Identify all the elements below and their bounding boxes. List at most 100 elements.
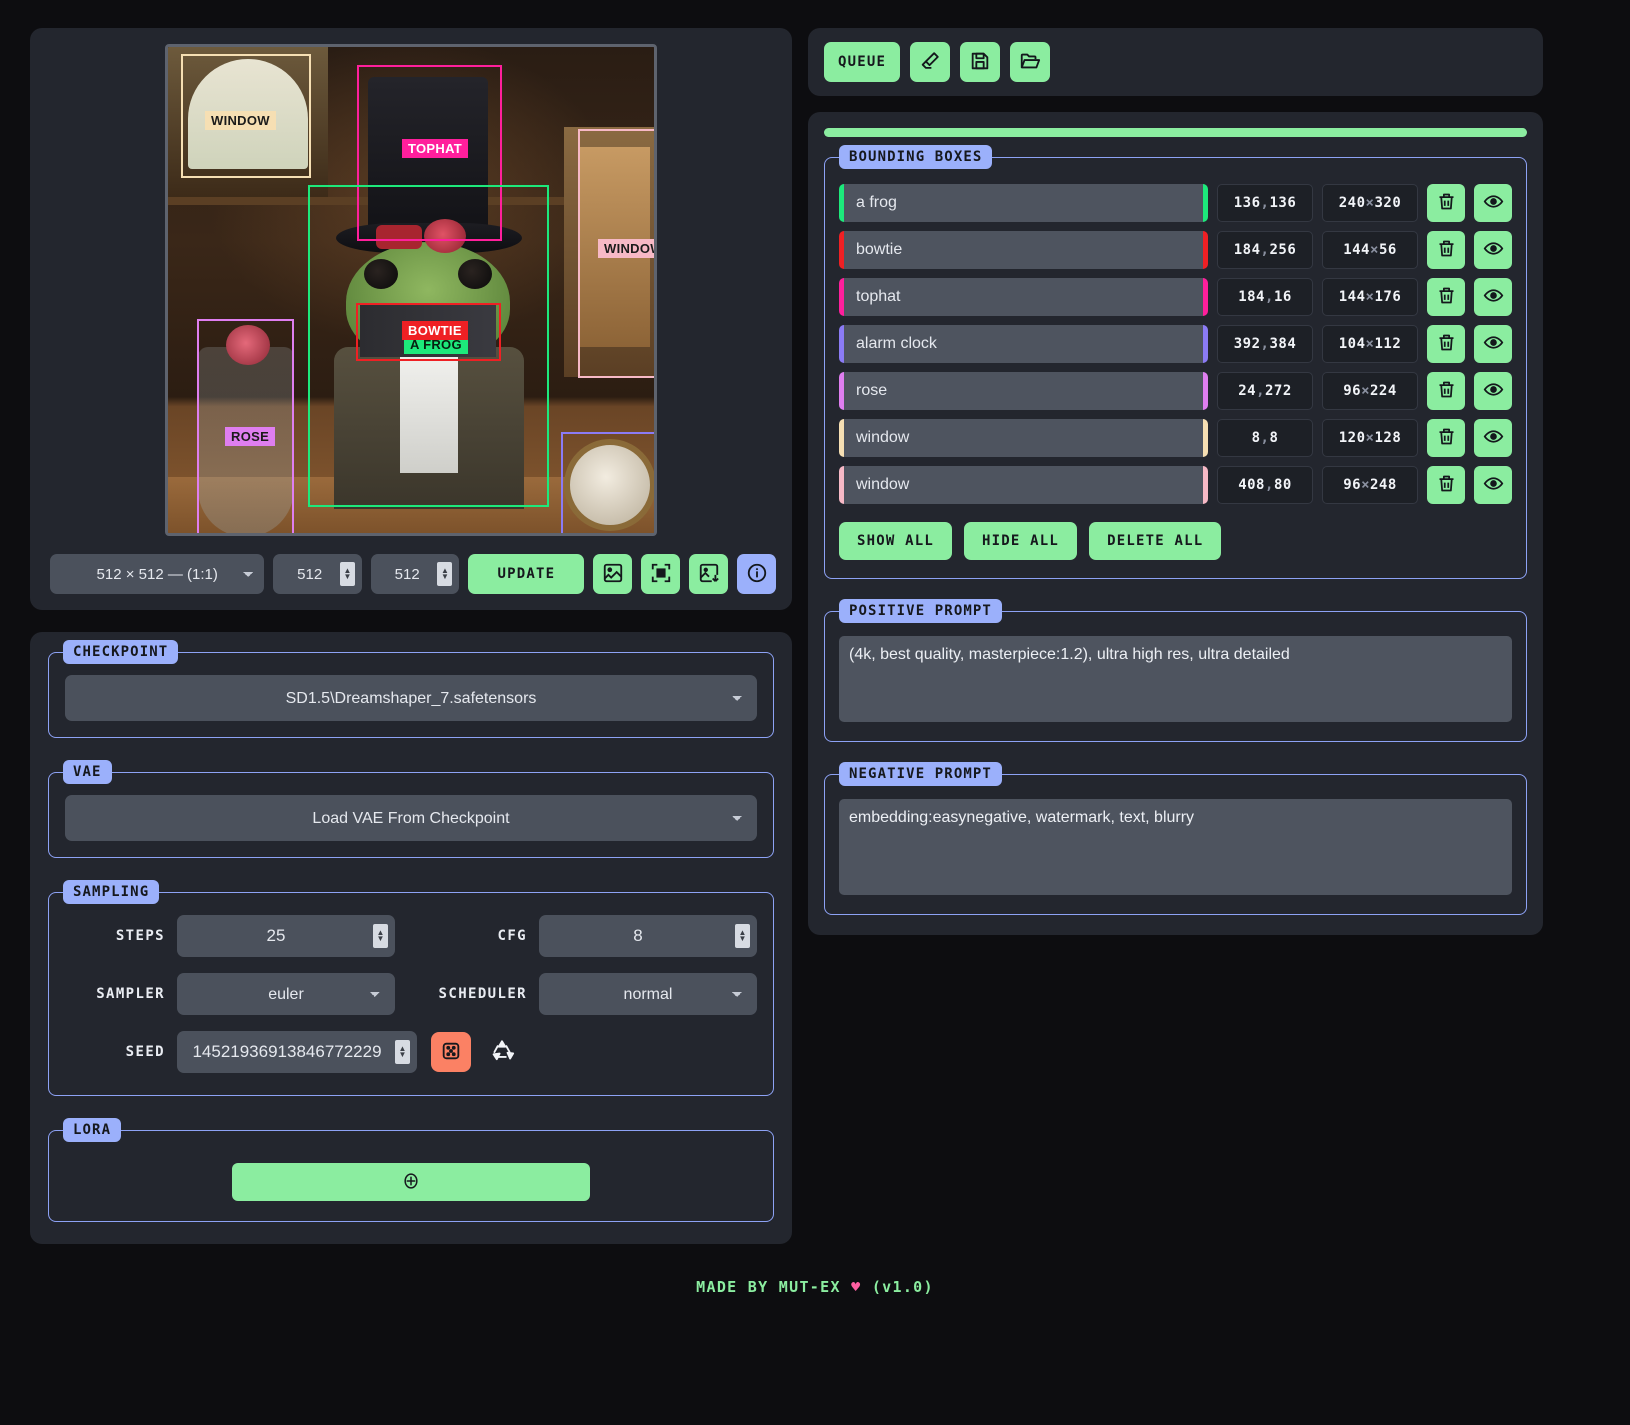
box-w: 96 (1343, 477, 1361, 493)
image-canvas[interactable]: WINDOW TOPHAT WINDOW A FROG BOWTIE ROSE (165, 44, 657, 536)
box-size[interactable]: 144×56 (1322, 231, 1418, 269)
queue-button[interactable]: QUEUE (824, 42, 900, 82)
sampler-field[interactable]: euler (177, 973, 395, 1015)
randomize-seed-button[interactable] (431, 1032, 471, 1072)
width-stepper[interactable]: ▲▼ (340, 562, 355, 586)
box-position[interactable]: 184,16 (1217, 278, 1313, 316)
height-input-wrap[interactable]: ▲▼ (371, 554, 459, 594)
vae-fieldset: VAE Load VAE From Checkpoint (48, 772, 774, 858)
settings-panel: CHECKPOINT SD1.5\Dreamshaper_7.safetenso… (30, 632, 792, 1244)
eraser-icon (919, 50, 941, 75)
delete-box-button[interactable] (1427, 325, 1465, 363)
height-stepper[interactable]: ▲▼ (437, 562, 452, 586)
steps-input[interactable] (177, 915, 395, 957)
seed-field[interactable]: ▲▼ (177, 1031, 417, 1073)
image-icon (602, 562, 624, 587)
box-position[interactable]: 8,8 (1217, 419, 1313, 457)
delete-box-button[interactable] (1427, 231, 1465, 269)
box-name-input[interactable]: window (839, 419, 1208, 457)
cfg-stepper[interactable]: ▲▼ (735, 924, 750, 948)
delete-box-button[interactable] (1427, 466, 1465, 504)
checkpoint-select[interactable]: SD1.5\Dreamshaper_7.safetensors (65, 675, 757, 721)
box-name-input[interactable]: alarm clock (839, 325, 1208, 363)
trash-icon (1436, 238, 1457, 262)
box-name-input[interactable]: window (839, 466, 1208, 504)
box-name-input[interactable]: tophat (839, 278, 1208, 316)
seed-input[interactable] (177, 1031, 417, 1073)
checkpoint-legend: CHECKPOINT (63, 640, 178, 664)
box-name-input[interactable]: a frog (839, 184, 1208, 222)
seed-stepper[interactable]: ▲▼ (395, 1040, 410, 1064)
load-image-button[interactable] (593, 554, 632, 594)
clear-canvas-button[interactable] (910, 42, 950, 82)
dice-icon (440, 1040, 462, 1065)
box-w: 144 (1343, 242, 1370, 258)
box-size[interactable]: 240×320 (1322, 184, 1418, 222)
box-w: 120 (1339, 430, 1366, 446)
toggle-visibility-button[interactable] (1474, 278, 1512, 316)
trash-icon (1436, 426, 1457, 450)
steps-stepper[interactable]: ▲▼ (373, 924, 388, 948)
scheduler-select[interactable]: normal (539, 973, 757, 1015)
box-size[interactable]: 144×176 (1322, 278, 1418, 316)
negative-prompt-input[interactable] (839, 799, 1512, 895)
save-workflow-button[interactable] (960, 42, 1000, 82)
aspect-ratio-select[interactable]: 512 × 512 — (1:1) (50, 554, 264, 594)
delete-box-button[interactable] (1427, 278, 1465, 316)
delete-box-button[interactable] (1427, 419, 1465, 457)
show-all-button[interactable]: SHOW ALL (839, 522, 952, 560)
box-y: 384 (1269, 336, 1296, 352)
toggle-visibility-button[interactable] (1474, 184, 1512, 222)
box-position[interactable]: 24,272 (1217, 372, 1313, 410)
scheduler-field[interactable]: normal (539, 973, 757, 1015)
delete-box-button[interactable] (1427, 184, 1465, 222)
load-workflow-button[interactable] (1010, 42, 1050, 82)
box-name-input[interactable]: rose (839, 372, 1208, 410)
cfg-field[interactable]: ▲▼ (539, 915, 757, 957)
sampler-select[interactable]: euler (177, 973, 395, 1015)
box-size[interactable]: 120×128 (1322, 419, 1418, 457)
box-position[interactable]: 184,256 (1217, 231, 1313, 269)
box-position[interactable]: 136,136 (1217, 184, 1313, 222)
box-y: 16 (1274, 289, 1292, 305)
overlay-label-tophat: TOPHAT (402, 139, 468, 158)
toggle-visibility-button[interactable] (1474, 466, 1512, 504)
cfg-input[interactable] (539, 915, 757, 957)
footer: MADE BY MUT-EX ♥ (v1.0) (0, 1278, 1630, 1296)
box-position[interactable]: 392,384 (1217, 325, 1313, 363)
fit-frame-button[interactable] (641, 554, 680, 594)
box-x: 392 (1234, 336, 1261, 352)
lora-legend: LORA (63, 1118, 121, 1142)
dimension-controls: 512 × 512 — (1:1) ▲▼ ▲▼ UPDATE (46, 554, 776, 594)
save-image-button[interactable] (689, 554, 728, 594)
positive-prompt-input[interactable] (839, 636, 1512, 722)
box-size[interactable]: 96×224 (1322, 372, 1418, 410)
box-h: 112 (1374, 336, 1401, 352)
box-size[interactable]: 96×248 (1322, 466, 1418, 504)
toggle-visibility-button[interactable] (1474, 325, 1512, 363)
info-button[interactable] (737, 554, 776, 594)
trash-icon (1436, 332, 1457, 356)
box-w: 104 (1339, 336, 1366, 352)
recycle-seed-button[interactable] (485, 1035, 519, 1069)
vae-select[interactable]: Load VAE From Checkpoint (65, 795, 757, 841)
box-size[interactable]: 104×112 (1322, 325, 1418, 363)
width-input-wrap[interactable]: ▲▼ (273, 554, 361, 594)
eye-icon (1483, 332, 1504, 356)
checkpoint-fieldset: CHECKPOINT SD1.5\Dreamshaper_7.safetenso… (48, 652, 774, 738)
toggle-visibility-button[interactable] (1474, 372, 1512, 410)
update-button[interactable]: UPDATE (468, 554, 584, 594)
hide-all-button[interactable]: HIDE ALL (964, 522, 1077, 560)
toggle-visibility-button[interactable] (1474, 419, 1512, 457)
add-lora-button[interactable] (232, 1163, 590, 1201)
eye-icon (1483, 191, 1504, 215)
delete-all-button[interactable]: DELETE ALL (1089, 522, 1221, 560)
box-x: 136 (1234, 195, 1261, 211)
image-add-icon (698, 562, 720, 587)
box-name-input[interactable]: bowtie (839, 231, 1208, 269)
toggle-visibility-button[interactable] (1474, 231, 1512, 269)
delete-box-button[interactable] (1427, 372, 1465, 410)
eye-icon (1483, 473, 1504, 497)
box-position[interactable]: 408,80 (1217, 466, 1313, 504)
steps-field[interactable]: ▲▼ (177, 915, 395, 957)
